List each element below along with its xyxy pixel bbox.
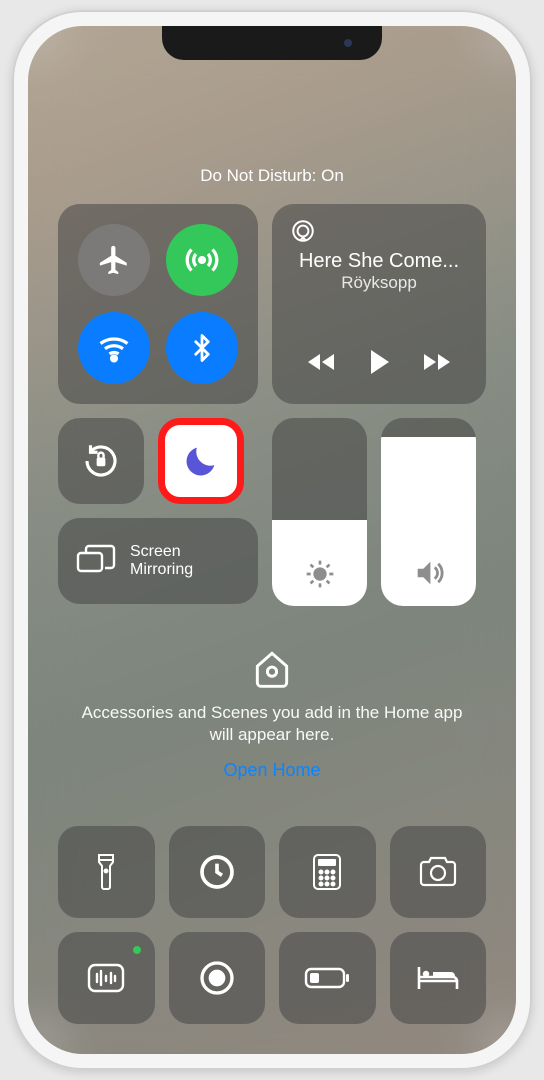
cellular-button[interactable] <box>166 224 238 296</box>
home-empty-text: Accessories and Scenes you add in the Ho… <box>58 702 486 746</box>
orientation-lock-button[interactable] <box>58 418 144 504</box>
home-icon <box>250 646 294 690</box>
screen-mirroring-icon <box>76 544 116 578</box>
wifi-button[interactable] <box>78 312 150 384</box>
camera-button[interactable] <box>390 826 487 918</box>
screen-mirroring-button[interactable]: Screen Mirroring <box>58 518 258 604</box>
antenna-icon <box>184 242 220 278</box>
track-artist: Röyksopp <box>290 273 468 293</box>
connectivity-tile[interactable] <box>58 204 258 404</box>
notch <box>162 26 382 60</box>
calculator-button[interactable] <box>279 826 376 918</box>
top-row: Here She Come... Röyksopp <box>58 204 486 404</box>
record-icon <box>197 958 237 998</box>
volume-icon <box>412 556 446 590</box>
home-section: Accessories and Scenes you add in the Ho… <box>58 646 486 781</box>
open-home-link[interactable]: Open Home <box>223 760 320 781</box>
timer-icon <box>197 852 237 892</box>
airplane-icon <box>97 243 131 277</box>
volume-slider[interactable] <box>381 418 476 606</box>
camera-icon <box>417 855 459 889</box>
mid-row: Screen Mirroring <box>58 418 486 606</box>
timer-button[interactable] <box>169 826 266 918</box>
flashlight-icon <box>95 851 117 893</box>
do-not-disturb-button[interactable] <box>158 418 244 504</box>
screen-mirroring-label: Screen Mirroring <box>130 543 193 579</box>
calculator-icon <box>312 853 342 891</box>
voice-memos-icon <box>86 962 126 994</box>
bluetooth-button[interactable] <box>166 312 238 384</box>
fast-forward-button[interactable] <box>422 350 452 374</box>
screen-record-button[interactable] <box>169 932 266 1024</box>
rotation-lock-icon <box>80 440 122 482</box>
brightness-icon <box>304 558 336 590</box>
bluetooth-icon <box>187 333 217 363</box>
dnd-status-text: Do Not Disturb: On <box>58 166 486 186</box>
now-playing-tile[interactable]: Here She Come... Röyksopp <box>272 204 486 404</box>
rewind-button[interactable] <box>306 350 336 374</box>
flashlight-button[interactable] <box>58 826 155 918</box>
brightness-slider[interactable] <box>272 418 367 606</box>
battery-icon <box>303 965 351 991</box>
control-center: Do Not Disturb: On <box>28 26 516 1054</box>
bottom-grid <box>58 826 486 1024</box>
play-button[interactable] <box>367 348 391 376</box>
voice-memos-button[interactable] <box>58 932 155 1024</box>
screen: Do Not Disturb: On <box>28 26 516 1054</box>
airplay-icon[interactable] <box>290 218 316 244</box>
bedtime-button[interactable] <box>390 932 487 1024</box>
moon-icon <box>181 441 221 481</box>
phone-frame: Do Not Disturb: On <box>12 10 532 1070</box>
indicator-dot <box>133 946 141 954</box>
low-power-button[interactable] <box>279 932 376 1024</box>
airplane-mode-button[interactable] <box>78 224 150 296</box>
media-controls <box>290 348 468 376</box>
bed-icon <box>415 963 461 993</box>
wifi-icon <box>96 330 132 366</box>
track-title: Here She Come... <box>290 250 468 273</box>
